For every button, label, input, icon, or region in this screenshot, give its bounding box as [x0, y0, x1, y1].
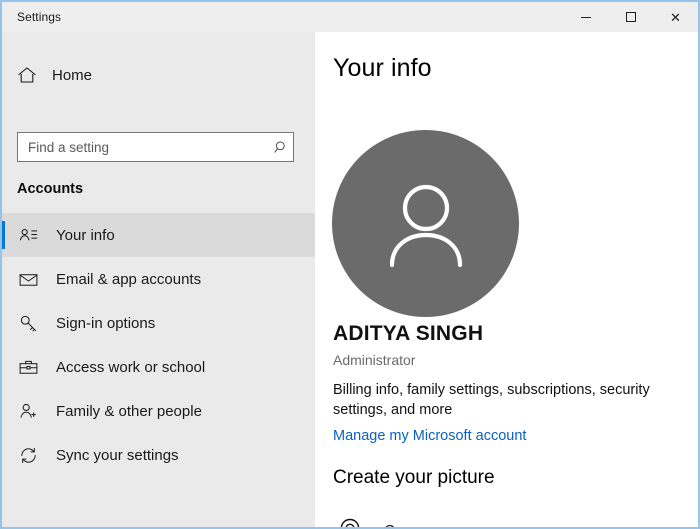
briefcase-icon: [17, 356, 39, 378]
sidebar: Home Accounts: [2, 32, 315, 527]
create-your-picture-title: Create your picture: [333, 467, 495, 489]
minimize-button[interactable]: [563, 2, 608, 32]
window-controls: ✕: [563, 2, 698, 32]
title-bar: Settings ✕: [2, 2, 698, 32]
sidebar-item-home-label: Home: [52, 67, 92, 84]
envelope-icon: [17, 268, 39, 290]
maximize-button[interactable]: [608, 2, 653, 32]
window-title: Settings: [17, 10, 61, 24]
sidebar-item-email-app-accounts[interactable]: Email & app accounts: [2, 257, 315, 301]
sidebar-item-your-info-label: Your info: [56, 227, 115, 244]
sidebar-item-family-other-people[interactable]: Family & other people: [2, 389, 315, 433]
search-box[interactable]: [17, 132, 294, 162]
search-icon[interactable]: [269, 139, 293, 156]
camera-icon: [333, 513, 367, 527]
account-name: ADITYA SINGH: [333, 322, 483, 346]
account-description: Billing info, family settings, subscript…: [333, 380, 663, 420]
sidebar-item-email-app-accounts-label: Email & app accounts: [56, 271, 201, 288]
sidebar-item-access-work-or-school[interactable]: Access work or school: [2, 345, 315, 389]
sidebar-item-sync-your-settings-label: Sync your settings: [56, 447, 179, 464]
sidebar-nav-list: Your info Email & app accounts: [2, 213, 315, 477]
sidebar-item-your-info[interactable]: Your info: [2, 213, 315, 257]
sidebar-item-sync-your-settings[interactable]: Sync your settings: [2, 433, 315, 477]
settings-window: Settings ✕ Home: [0, 0, 700, 529]
camera-label: Camera: [384, 522, 437, 528]
sidebar-item-home[interactable]: Home: [2, 58, 315, 92]
camera-option[interactable]: Camera: [333, 513, 437, 527]
sidebar-section-title: Accounts: [17, 181, 83, 197]
main-content: Your info ADITYA SINGH Administrator Bil…: [315, 32, 698, 527]
page-title: Your info: [333, 54, 432, 83]
home-icon: [16, 64, 38, 86]
contact-card-icon: [17, 224, 39, 246]
person-plus-icon: [17, 400, 39, 422]
sidebar-item-family-other-people-label: Family & other people: [56, 403, 202, 420]
minimize-icon: [581, 17, 591, 18]
manage-microsoft-account-link[interactable]: Manage my Microsoft account: [333, 428, 526, 444]
key-icon: [17, 312, 39, 334]
search-input[interactable]: [18, 134, 269, 160]
sidebar-item-access-work-or-school-label: Access work or school: [56, 359, 205, 376]
avatar: [332, 130, 519, 317]
sidebar-item-sign-in-options-label: Sign-in options: [56, 315, 155, 332]
person-avatar-icon: [366, 164, 486, 284]
maximize-icon: [626, 12, 636, 22]
sidebar-item-sign-in-options[interactable]: Sign-in options: [2, 301, 315, 345]
account-role: Administrator: [333, 352, 415, 368]
sync-icon: [17, 444, 39, 466]
close-button[interactable]: ✕: [653, 2, 698, 32]
close-icon: ✕: [670, 11, 681, 24]
